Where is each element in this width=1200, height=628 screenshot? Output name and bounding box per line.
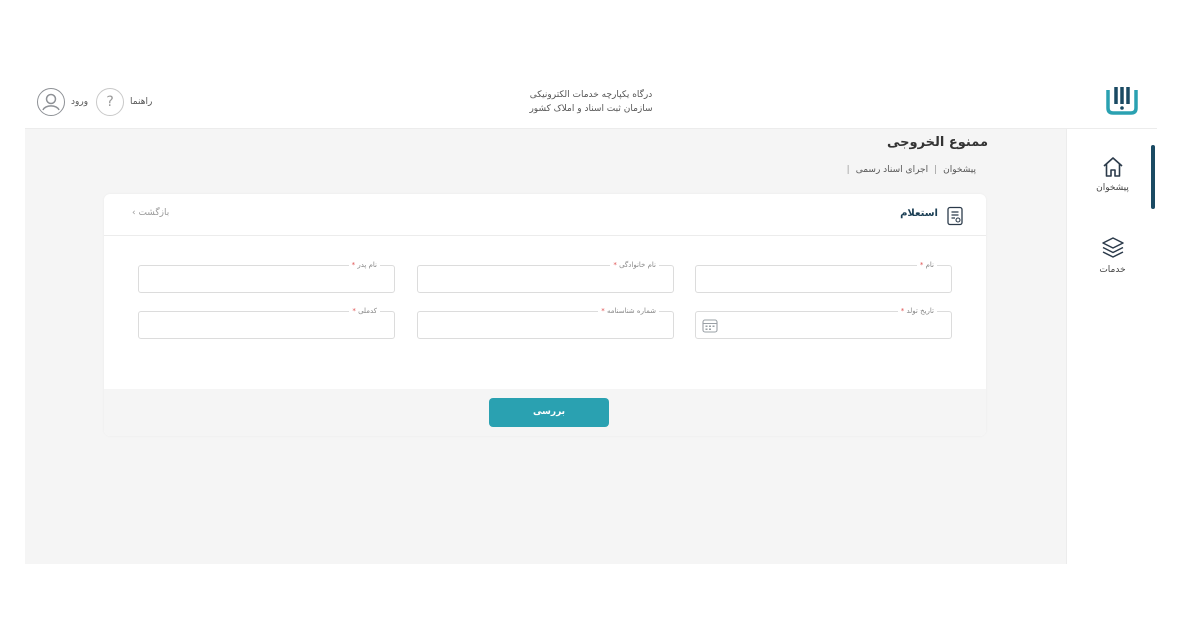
required-marker: * <box>900 307 905 315</box>
field-label: تاریخ تولد * <box>897 305 937 317</box>
submit-button[interactable]: بررسی <box>489 398 609 427</box>
father-name-field[interactable]: نام پدر * <box>138 259 395 293</box>
required-marker: * <box>351 261 356 269</box>
card-title: استعلام <box>900 208 938 219</box>
id-number-field[interactable]: شماره شناسنامه * <box>417 305 674 339</box>
sidebar-item-services[interactable]: خدمات <box>1067 235 1158 275</box>
breadcrumb-item-official-docs[interactable]: اجرای اسناد رسمی <box>856 165 928 175</box>
main-content: ممنوع الخروجی پیشخوان | اجرای اسناد رسمی… <box>25 129 1066 564</box>
required-marker: * <box>352 307 356 315</box>
inquiry-card: استعلام بازگشت › نام * نام خانوادگی * نا… <box>104 194 986 436</box>
field-label: کدملی * <box>349 305 380 317</box>
home-icon <box>1102 157 1123 177</box>
required-marker: * <box>613 261 617 269</box>
field-label-text: تاریخ تولد <box>906 307 934 315</box>
field-label-text: نام پدر <box>357 261 377 269</box>
card-header: استعلام بازگشت › <box>104 194 986 236</box>
field-label: نام * <box>916 259 937 271</box>
sidebar-item-label: خدمات <box>1099 265 1126 275</box>
document-icon <box>947 206 963 226</box>
portal-title-line2: سازمان ثبت اسناد و املاک کشور <box>529 104 653 114</box>
national-code-field[interactable]: کدملی * <box>138 305 395 339</box>
sidebar-item-dashboard[interactable]: پیشخوان <box>1067 155 1158 193</box>
top-header: ورود ? راهنما درگاه یکپارچه خدمات الکترو… <box>25 72 1157 129</box>
field-label-text: نام <box>925 261 934 269</box>
page-title: ممنوع الخروجی <box>886 135 988 150</box>
field-label: نام خانوادگی * <box>610 259 659 271</box>
field-label-text: کدملی <box>358 307 377 315</box>
field-label: نام پدر * <box>348 259 380 271</box>
first-name-field[interactable]: نام * <box>695 259 952 293</box>
calendar-icon[interactable] <box>702 318 718 333</box>
field-label-text: نام خانوادگی <box>619 261 656 269</box>
field-label-text: شماره شناسنامه <box>606 307 656 315</box>
page: ورود ? راهنما درگاه یکپارچه خدمات الکترو… <box>0 0 1200 628</box>
required-marker: * <box>601 307 605 315</box>
field-label: شماره شناسنامه * <box>598 305 659 317</box>
sabt-logo[interactable] <box>1105 84 1139 116</box>
required-marker: * <box>919 261 924 269</box>
sidebar-item-label: پیشخوان <box>1096 183 1129 193</box>
breadcrumb-separator: | <box>846 165 850 175</box>
breadcrumb: پیشخوان | اجرای اسناد رسمی | <box>847 165 976 175</box>
layers-icon <box>1101 237 1124 258</box>
breadcrumb-separator: | <box>934 165 938 175</box>
sidebar: پیشخوان خدمات <box>1066 129 1157 564</box>
card-footer: بررسی <box>104 389 986 436</box>
last-name-field[interactable]: نام خانوادگی * <box>417 259 674 293</box>
back-link[interactable]: بازگشت › <box>132 208 169 218</box>
portal-title: درگاه یکپارچه خدمات الکترونیکی سازمان ثب… <box>25 88 1157 116</box>
birth-date-field[interactable]: تاریخ تولد * <box>695 305 952 339</box>
portal-title-line1: درگاه یکپارچه خدمات الکترونیکی <box>529 90 653 100</box>
breadcrumb-item-dashboard[interactable]: پیشخوان <box>943 165 976 175</box>
